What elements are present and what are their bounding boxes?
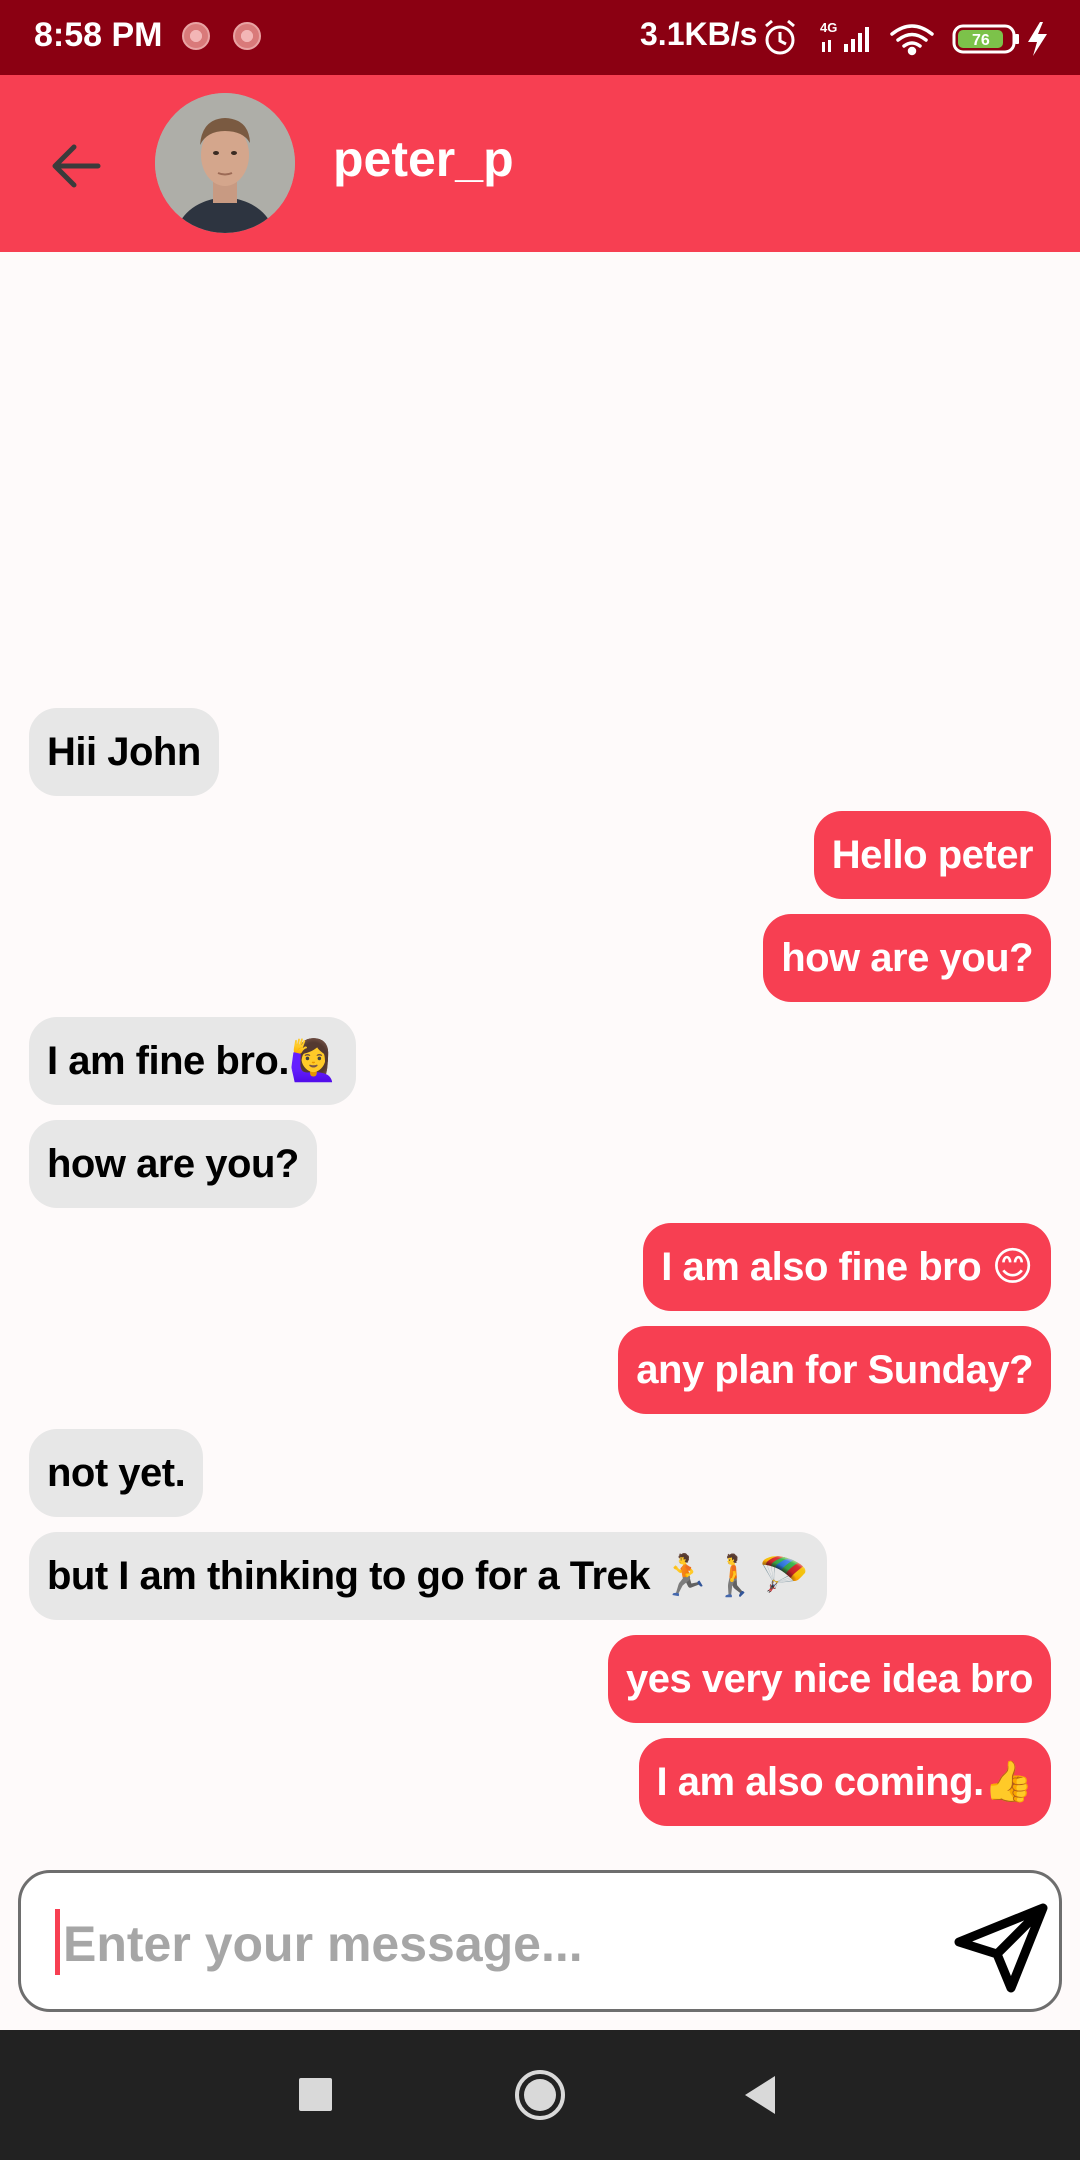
network-type: 4G [820,20,837,35]
message-bubble-outgoing[interactable]: I am also coming.👍 [638,1738,1051,1826]
message-bubble-incoming[interactable]: how are you? [29,1120,317,1208]
contact-name: peter_p [333,131,514,187]
notification-icon [182,22,210,50]
message-bubble-incoming[interactable]: I am fine bro.🙋‍♀️ [29,1017,357,1105]
alarm-icon [765,19,795,55]
avatar[interactable] [155,93,295,233]
message-bubble-outgoing[interactable]: any plan for Sunday? [618,1326,1051,1414]
message-composer [18,1870,1062,2012]
message-bubble-outgoing[interactable]: Hello peter [813,811,1051,899]
arrow-left-icon[interactable] [40,130,112,202]
text-cursor [55,1909,60,1975]
charging-icon [1028,22,1047,56]
notification-icon [233,22,261,50]
recents-square-icon[interactable] [281,2060,351,2130]
contact-photo [155,93,295,233]
message-bubble-outgoing[interactable]: yes very nice idea bro [607,1635,1051,1723]
back-triangle-icon[interactable] [725,2060,795,2130]
message-list: Hii John Hello peter how are you? I am f… [0,252,1080,1852]
wifi-icon [890,24,934,56]
home-circle-icon[interactable] [505,2060,575,2130]
message-bubble-incoming[interactable]: Hii John [29,708,219,796]
status-bar: 8:58 PM 3.1KB/s 4G 76 [0,0,1080,75]
send-icon[interactable] [951,1898,1051,1998]
network-speed: 3.1KB/s [640,16,758,52]
message-bubble-incoming[interactable]: but I am thinking to go for a Trek 🏃🚶🪂 [29,1532,827,1620]
system-nav-bar [0,2030,1080,2160]
message-bubble-incoming[interactable]: not yet. [29,1429,204,1517]
chat-header: peter_p [0,75,1080,252]
battery-level: 76 [972,32,990,49]
status-icons: 4G 76 [765,19,1047,56]
message-bubble-outgoing[interactable]: I am also fine bro 😊 [643,1223,1051,1311]
status-time: 8:58 PM [34,16,163,54]
message-input[interactable] [61,1903,945,1985]
battery-icon: 76 [952,24,1019,54]
message-bubble-outgoing[interactable]: how are you? [763,914,1051,1002]
signal-icon: 4G [820,20,869,52]
